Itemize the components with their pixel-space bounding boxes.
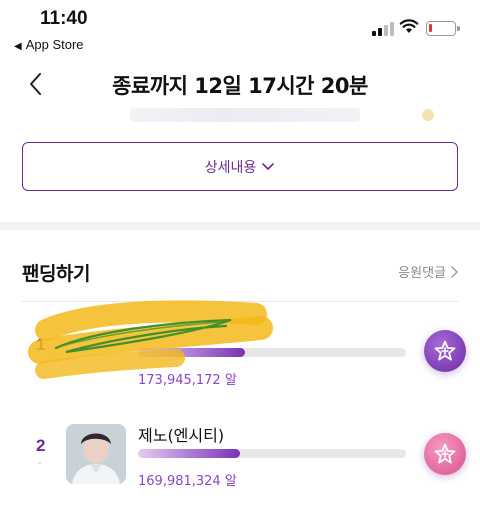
vote-progress-track <box>138 449 406 458</box>
back-to-app-store-link[interactable]: ◀ App Store <box>14 37 84 52</box>
section-divider <box>0 222 480 230</box>
ranking-row-2: 2 - 제노(엔시티) 169,981,324 알 <box>0 410 480 500</box>
battery-level <box>429 24 432 32</box>
detail-toggle-button[interactable]: 상세내용 <box>22 142 458 191</box>
star-vote-icon <box>434 340 456 361</box>
rank-number: 1 <box>36 335 46 354</box>
vote-button[interactable] <box>424 330 466 372</box>
rank-change: - <box>38 458 42 469</box>
vote-progress-fill <box>138 449 240 458</box>
vote-count: 169,981,324 알 <box>138 474 237 489</box>
banner-image-partial <box>0 108 480 130</box>
section-title: 팬딩하기 <box>22 263 90 285</box>
vote-progress-fill <box>138 348 246 357</box>
ranking-row-1: 1 173,945,172 알 <box>0 306 480 396</box>
cheer-comments-label: 응원댓글 <box>398 266 446 281</box>
page-title: 종료까지 12일 17시간 20분 <box>112 74 368 98</box>
idol-avatar <box>66 424 126 484</box>
back-triangle-icon: ◀ <box>14 41 22 52</box>
cellular-signal-icon <box>372 22 394 36</box>
cheer-comments-link[interactable]: 응원댓글 <box>398 262 458 281</box>
status-time: 11:40 <box>40 8 88 29</box>
back-app-label: App Store <box>25 37 84 52</box>
vote-count: 173,945,172 알 <box>138 373 237 388</box>
vote-progress-track <box>138 348 406 357</box>
detail-toggle-label: 상세내용 <box>204 159 257 176</box>
idol-name: 제노(엔시티) <box>138 426 225 445</box>
section-underline <box>22 301 458 302</box>
chevron-down-icon <box>262 162 275 170</box>
chevron-right-icon <box>451 265 458 278</box>
star-vote-icon <box>434 443 456 464</box>
vote-button[interactable] <box>424 433 466 475</box>
rank-number: 2 <box>36 436 46 455</box>
battery-icon <box>426 21 460 36</box>
wifi-icon <box>399 19 419 33</box>
